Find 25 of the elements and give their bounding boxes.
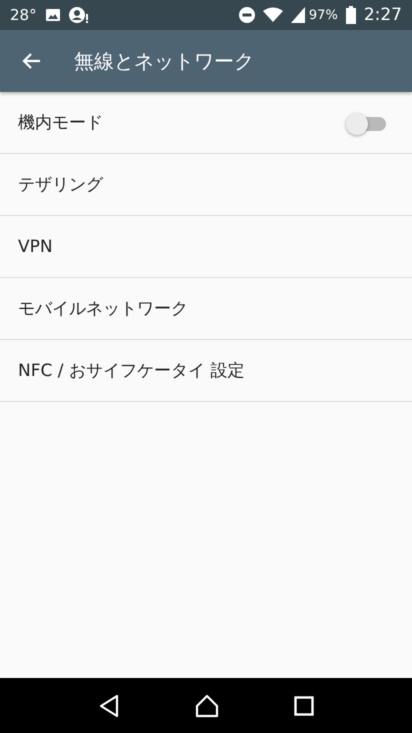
settings-item[interactable]: NFC / おサイフケータイ 設定 — [0, 340, 412, 402]
account-alert-icon — [68, 6, 89, 24]
item-label: 機内モード — [18, 112, 103, 134]
back-icon[interactable] — [98, 694, 120, 718]
clock-text: 2:27 — [364, 5, 402, 25]
back-arrow-icon — [22, 51, 42, 71]
battery-icon — [346, 6, 356, 24]
battery-percent-text: 97% — [308, 8, 338, 22]
settings-item[interactable]: 機内モード — [0, 92, 412, 154]
settings-item[interactable]: テザリング — [0, 154, 412, 216]
recents-icon[interactable] — [294, 696, 314, 716]
screen-title: 無線とネットワーク — [74, 48, 254, 74]
signal-icon — [290, 7, 305, 23]
item-label: VPN — [18, 236, 53, 256]
temperature-text: 28° — [10, 6, 37, 24]
toggle-switch[interactable] — [346, 110, 386, 134]
settings-item[interactable]: モバイルネットワーク — [0, 278, 412, 340]
home-icon[interactable] — [194, 694, 219, 718]
item-label: モバイルネットワーク — [18, 298, 188, 320]
item-label: NFC / おサイフケータイ 設定 — [18, 360, 244, 382]
do-not-disturb-icon — [238, 7, 255, 23]
wifi-icon — [262, 7, 283, 23]
item-label: テザリング — [18, 174, 103, 196]
image-icon — [44, 8, 61, 22]
settings-item[interactable]: VPN — [0, 216, 412, 278]
